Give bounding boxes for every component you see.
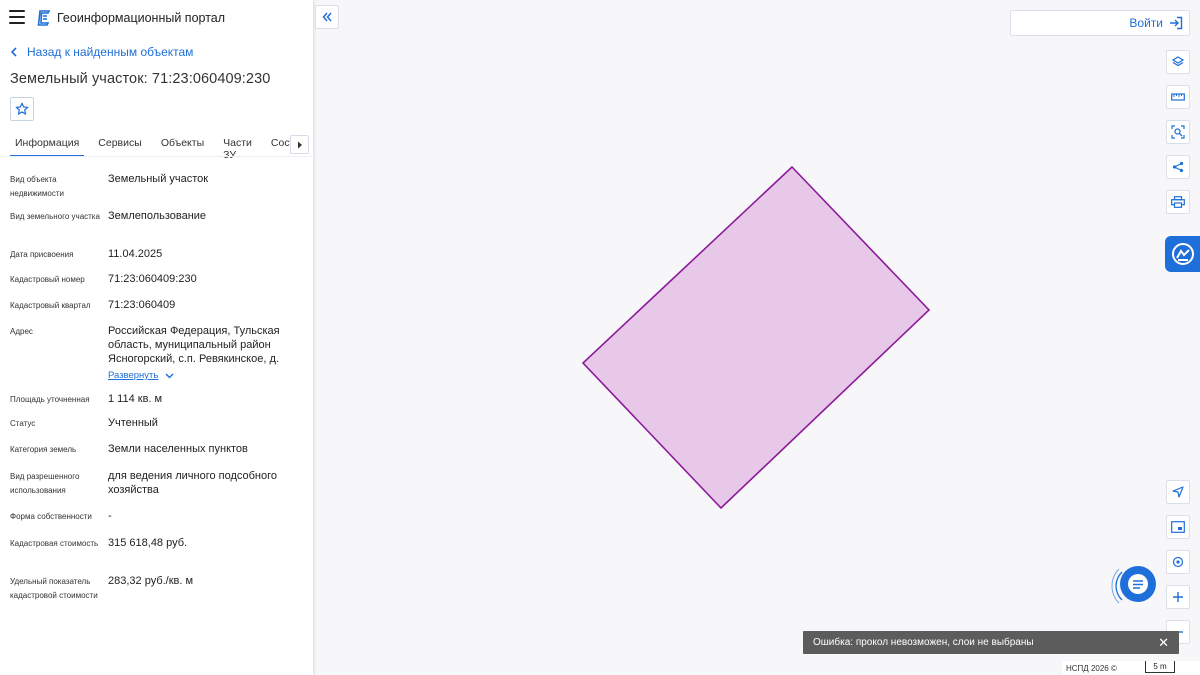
property-label: Дата присвоения	[10, 250, 74, 259]
back-link-label: Назад к найденным объектам	[27, 45, 194, 59]
tab-objects[interactable]: Объекты	[156, 134, 209, 154]
zoom-in-button[interactable]	[1166, 585, 1190, 609]
error-toast: Ошибка: прокол невозможен, слои не выбра…	[803, 631, 1179, 654]
chat-fab-button[interactable]	[1110, 560, 1162, 612]
property-value: Землепользование	[108, 210, 207, 222]
ruler-icon	[1171, 93, 1185, 101]
map-canvas[interactable]	[313, 0, 1200, 675]
expand-address-link[interactable]: Развернуть	[108, 370, 174, 381]
layers-button[interactable]	[1166, 50, 1190, 74]
navigate-icon	[1172, 486, 1184, 498]
measure-button[interactable]	[1166, 85, 1190, 109]
property-label: Вид разрешенного использования	[10, 472, 80, 495]
property-label: Кадастровая стоимость	[10, 539, 99, 548]
zoom-in-icon	[1173, 592, 1183, 602]
expand-label: Развернуть	[108, 370, 159, 381]
property-value: 71:23:060409:230	[108, 273, 197, 285]
login-icon	[1170, 16, 1183, 30]
tab-services[interactable]: Сервисы	[93, 134, 147, 154]
double-chevron-left-icon	[322, 12, 332, 22]
property-label: Форма собственности	[10, 512, 92, 521]
land-parcel-polygon[interactable]	[581, 165, 931, 510]
property-label: Вид объекта недвижимости	[10, 175, 64, 198]
portal-logo-icon	[37, 10, 51, 26]
favorite-button[interactable]	[10, 97, 34, 121]
geolocation-button[interactable]	[1166, 550, 1190, 574]
login-button[interactable]: Войти	[1010, 10, 1190, 36]
chevron-down-icon	[165, 373, 174, 378]
print-button[interactable]	[1166, 190, 1190, 214]
tab-divider	[0, 156, 313, 157]
chat-icon	[1128, 574, 1148, 594]
tab-information[interactable]: Информация	[10, 134, 85, 157]
scale-bar: 5 m	[1145, 661, 1175, 673]
star-icon	[15, 102, 29, 115]
navigate-button[interactable]	[1166, 480, 1190, 504]
property-value: Учтенный	[108, 417, 158, 429]
hamburger-menu-icon[interactable]	[9, 10, 25, 24]
property-label: Удельный показатель кадастровой стоимост…	[10, 577, 98, 600]
tab-bar: Информация Сервисы Объекты Части ЗУ Сост…	[10, 134, 320, 161]
close-icon[interactable]: ✕	[1158, 636, 1169, 649]
property-label: Адрес	[10, 327, 33, 336]
property-value: 71:23:060409	[108, 299, 176, 311]
tab-parts[interactable]: Части ЗУ	[218, 134, 257, 161]
chevron-left-icon	[10, 47, 17, 57]
print-icon	[1171, 196, 1185, 208]
login-label: Войти	[1129, 16, 1163, 30]
property-label: Кадастровый квартал	[10, 301, 91, 310]
object-title: Земельный участок: 71:23:060409:230	[10, 71, 271, 87]
property-label: Площадь уточненная	[10, 395, 90, 404]
map-footer: НСПД 2026 ©	[1062, 661, 1200, 675]
minimap-button[interactable]	[1166, 515, 1190, 539]
info-sidebar: Геоинформационный портал Назад к найденн…	[0, 0, 313, 675]
copyright-label: НСПД 2026 ©	[1066, 663, 1117, 673]
collapse-sidebar-button[interactable]	[315, 5, 339, 29]
layers-icon	[1172, 56, 1184, 67]
property-label: Кадастровый номер	[10, 275, 85, 284]
property-value: 1 114 кв. м	[108, 393, 163, 405]
property-value: -	[108, 510, 112, 522]
property-label: Вид земельного участка	[10, 212, 100, 221]
property-value: 283,32 руб./кв. м	[108, 575, 194, 587]
minimap-icon	[1171, 521, 1185, 533]
share-button[interactable]	[1166, 155, 1190, 179]
error-message: Ошибка: прокол невозможен, слои не выбра…	[813, 637, 1034, 648]
geolocation-icon	[1172, 556, 1184, 568]
back-to-results-link[interactable]: Назад к найденным объектам	[10, 45, 193, 59]
property-label: Статус	[10, 419, 36, 428]
app-title: Геоинформационный портал	[57, 11, 226, 25]
share-icon	[1172, 161, 1184, 173]
property-label: Категория земель	[10, 445, 77, 454]
property-value: для ведения личного подсобного хозяйства	[108, 470, 278, 496]
address-value: Российская Федерация, Тульская область, …	[108, 325, 280, 365]
assistant-button[interactable]	[1165, 236, 1200, 272]
top-bar: Геоинформационный портал	[0, 0, 313, 36]
property-value: 315 618,48 руб.	[108, 537, 188, 549]
area-select-button[interactable]	[1166, 120, 1190, 144]
tabs-scroll-right-button[interactable]	[290, 135, 309, 154]
caret-right-icon	[297, 141, 302, 148]
property-value: Земельный участок	[108, 173, 209, 185]
map-layer	[581, 165, 931, 510]
area-select-icon	[1171, 125, 1185, 139]
assistant-icon	[1171, 243, 1194, 265]
property-value: 11.04.2025	[108, 248, 163, 260]
property-value: Земли населенных пунктов	[108, 443, 248, 455]
